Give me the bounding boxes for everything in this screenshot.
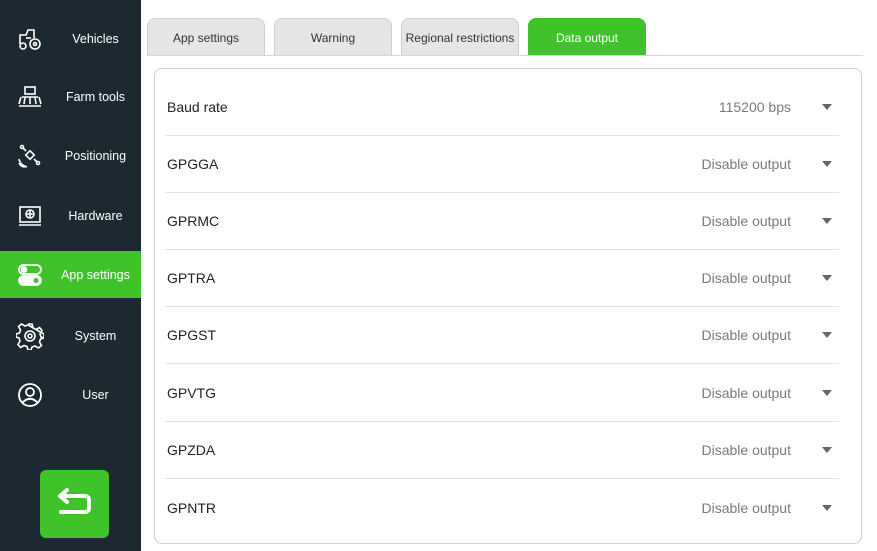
setting-label: GPNTR [167, 499, 216, 516]
caret-down-icon[interactable] [815, 496, 839, 520]
satellite-icon [16, 142, 44, 170]
tab-label: Data output [555, 30, 619, 45]
caret-down-icon[interactable] [815, 266, 839, 290]
setting-row-gpzda[interactable]: GPZDA Disable output [165, 422, 839, 479]
setting-label: GPGST [167, 327, 217, 343]
setting-label: GPGGA [167, 156, 219, 172]
caret-down-icon[interactable] [815, 381, 839, 405]
setting-value: Disable output [701, 442, 791, 458]
setting-label: GPRMC [167, 213, 220, 229]
caret-down-icon[interactable] [815, 152, 839, 176]
setting-row-gpvtg[interactable]: GPVTG Disable output [165, 365, 839, 422]
gear-icon [16, 322, 44, 350]
setting-label: GPTRA [167, 270, 216, 286]
setting-row-gptra[interactable]: GPTRA Disable output [165, 250, 839, 307]
sidebar-item-positioning[interactable]: Positioning [0, 127, 141, 185]
user-icon [16, 381, 44, 409]
tab-label: Regional restrictions [405, 30, 515, 45]
sidebar-item-label: Farm tools [65, 90, 126, 104]
setting-value: 115200 bps [718, 99, 791, 115]
tab-label: Warning [310, 30, 356, 45]
sidebar-item-app-settings[interactable]: App settings [0, 251, 141, 298]
setting-label: Baud rate [167, 99, 228, 115]
sidebar-item-label: System [74, 329, 117, 343]
setting-label: GPZDA [167, 442, 216, 458]
sidebar-item-hardware[interactable]: Hardware [0, 187, 141, 245]
sidebar-item-label: Hardware [68, 209, 123, 223]
sidebar-item-label: Positioning [64, 149, 127, 163]
caret-down-icon[interactable] [815, 95, 839, 119]
tab-divider [147, 55, 863, 56]
sidebar-item-label: App settings [61, 267, 130, 282]
tab-app-settings[interactable]: App settings [147, 18, 265, 56]
setting-row-gpntr[interactable]: GPNTR Disable output [165, 479, 839, 536]
setting-row-gpgst[interactable]: GPGST Disable output [165, 307, 839, 364]
sidebar-item-vehicles[interactable]: Vehicles [0, 10, 141, 68]
tab-warning[interactable]: Warning [274, 18, 392, 56]
caret-down-icon[interactable] [815, 438, 839, 462]
farm-tool-icon [16, 83, 44, 111]
toggle-settings-icon [16, 261, 44, 289]
sidebar: Vehicles Farm tools Positioning Hardware… [0, 0, 141, 551]
caret-down-icon[interactable] [815, 323, 839, 347]
sidebar-item-farm-tools[interactable]: Farm tools [0, 68, 141, 126]
data-output-panel: Baud rate 115200 bps GPGGA Disable outpu… [154, 68, 862, 544]
back-button[interactable] [40, 470, 109, 538]
tab-regional-restrictions[interactable]: Regional restrictions [401, 18, 519, 56]
tractor-icon [16, 25, 44, 53]
setting-label: GPVTG [167, 385, 217, 401]
setting-value: Disable output [701, 499, 791, 516]
tab-data-output[interactable]: Data output [528, 18, 646, 56]
setting-value: Disable output [701, 213, 791, 229]
sidebar-item-label: Vehicles [72, 32, 119, 46]
setting-row-gprmc[interactable]: GPRMC Disable output [165, 193, 839, 250]
setting-value: Disable output [701, 156, 791, 172]
setting-value: Disable output [701, 385, 791, 401]
setting-row-gpgga[interactable]: GPGGA Disable output [165, 136, 839, 193]
setting-value: Disable output [701, 270, 791, 286]
hardware-display-icon [16, 202, 44, 230]
sidebar-item-system[interactable]: System [0, 307, 141, 365]
setting-row-baud-rate[interactable]: Baud rate 115200 bps [165, 79, 839, 136]
setting-value: Disable output [701, 327, 791, 343]
caret-down-icon[interactable] [815, 209, 839, 233]
tab-label: App settings [172, 30, 240, 45]
sidebar-item-label: User [82, 388, 109, 402]
sidebar-item-user[interactable]: User [0, 366, 141, 424]
back-arrow-icon [55, 484, 95, 525]
